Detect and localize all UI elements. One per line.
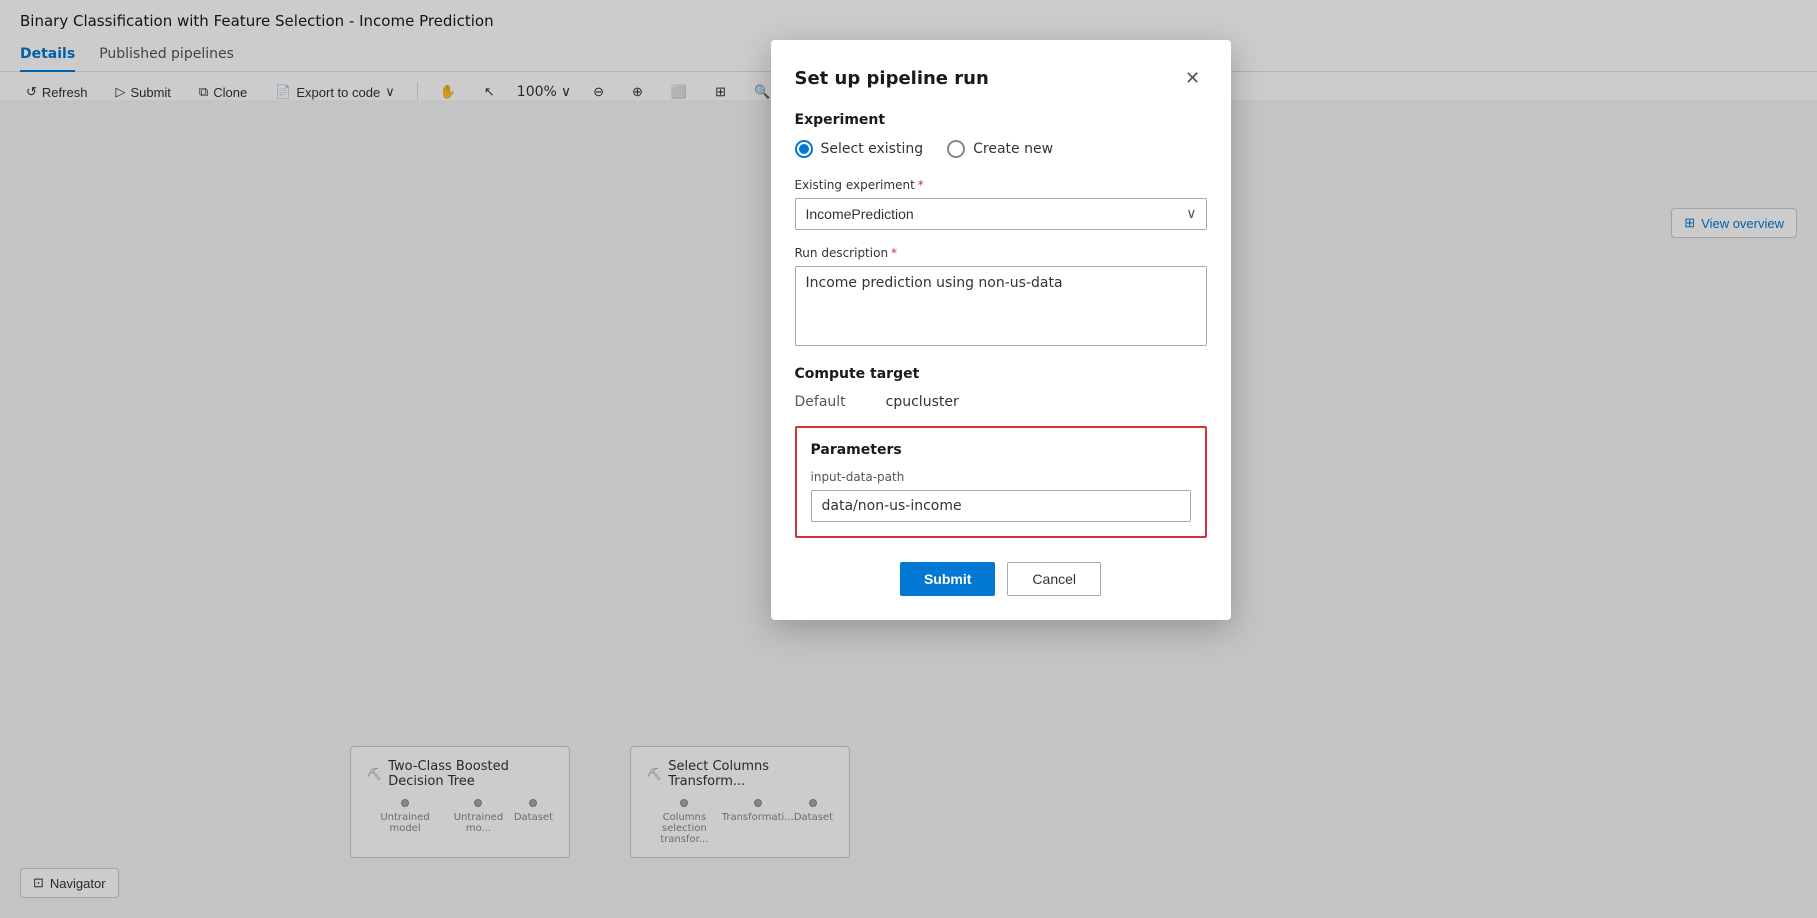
compute-row: Default cpucluster [795,394,1207,410]
param-name-label: input-data-path [811,470,1191,484]
run-description-label: Run description * [795,246,1207,260]
existing-experiment-field: Existing experiment * IncomePrediction ∨ [795,178,1207,230]
run-description-textarea[interactable] [795,266,1207,346]
dialog-title: Set up pipeline run [795,68,989,89]
parameters-label: Parameters [811,442,1191,458]
set-up-pipeline-run-dialog: Set up pipeline run ✕ Experiment Select … [771,40,1231,620]
dialog-cancel-button[interactable]: Cancel [1007,562,1101,596]
experiment-section: Experiment Select existing Create new [795,112,1207,158]
compute-target-label: Compute target [795,366,1207,382]
radio-create-new-label: Create new [973,141,1053,157]
radio-create-new[interactable]: Create new [947,140,1053,158]
radio-group: Select existing Create new [795,140,1207,158]
radio-select-existing[interactable]: Select existing [795,140,924,158]
dialog-close-button[interactable]: ✕ [1179,64,1207,92]
select-wrapper: IncomePrediction ∨ [795,198,1207,230]
radio-circle-selected [795,140,813,158]
param-value-input[interactable] [811,490,1191,522]
parameters-section: Parameters input-data-path [795,426,1207,538]
compute-default-label: Default [795,394,846,410]
dialog-submit-button[interactable]: Submit [900,562,995,596]
required-star: * [918,178,924,192]
run-description-field: Run description * [795,246,1207,350]
compute-target-section: Compute target Default cpucluster [795,366,1207,410]
compute-default-value: cpucluster [886,394,959,410]
existing-experiment-label: Existing experiment * [795,178,1207,192]
experiment-section-label: Experiment [795,112,1207,128]
existing-experiment-select[interactable]: IncomePrediction [795,198,1207,230]
dialog-actions: Submit Cancel [795,562,1207,596]
dialog-header: Set up pipeline run ✕ [795,64,1207,92]
radio-circle-unselected [947,140,965,158]
required-star: * [891,246,897,260]
radio-select-existing-label: Select existing [821,141,924,157]
